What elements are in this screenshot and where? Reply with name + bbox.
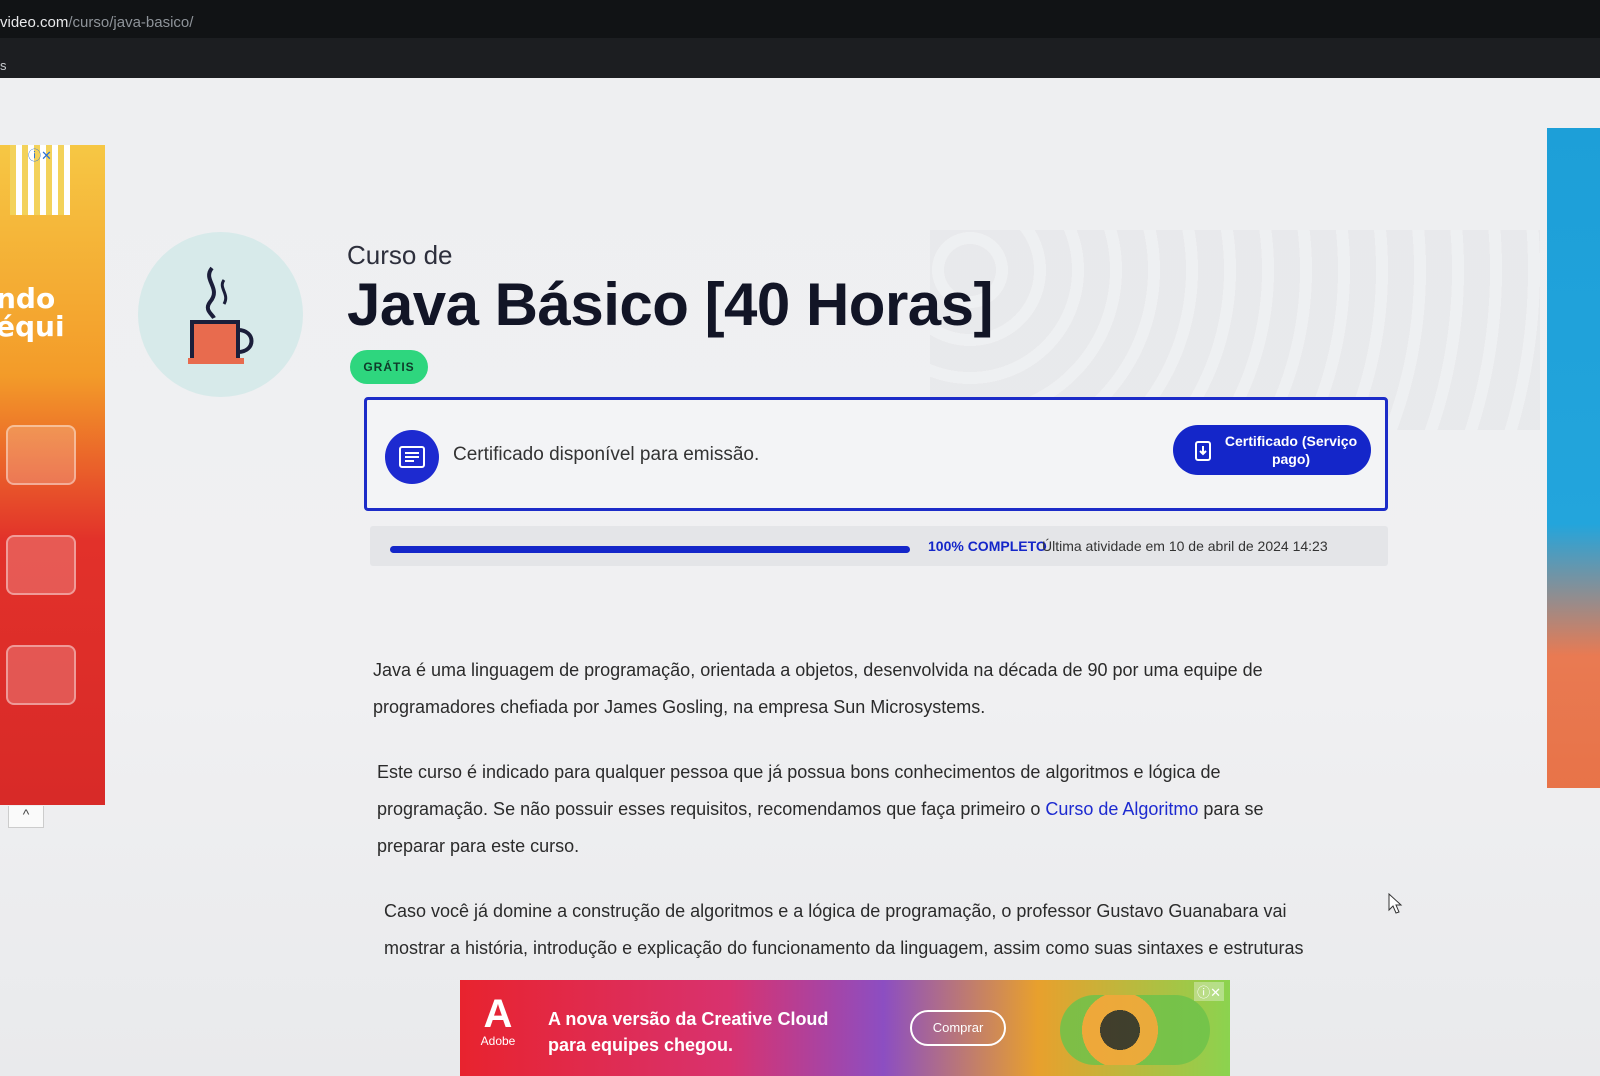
certificate-icon	[385, 430, 439, 484]
progress-label: 100% COMPLETO	[928, 538, 1047, 554]
buy-button[interactable]: Comprar	[910, 1010, 1006, 1046]
certificate-message: Certificado disponível para emissão.	[453, 444, 760, 465]
collapse-ad-button[interactable]: ^	[8, 806, 44, 828]
certificate-panel: Certificado disponível para emissão. Cer…	[364, 397, 1388, 511]
bookmarks-bar: s	[0, 38, 1600, 78]
ad-info-close-icon[interactable]: ⓘ✕	[28, 145, 52, 164]
url-path: /curso/java-basico/	[68, 14, 194, 31]
description-paragraph: Caso você já domine a construção de algo…	[384, 901, 1304, 958]
adobe-logo-icon: A Adobe	[480, 992, 516, 1048]
description-paragraph: Java é uma linguagem de programação, ori…	[373, 660, 1263, 717]
toy-product-image	[6, 425, 76, 485]
bookmark-item[interactable]: s	[0, 58, 7, 73]
coffee-cup-icon	[138, 232, 303, 397]
page-title: Java Básico [40 Horas]	[347, 271, 994, 338]
bottom-ad-banner[interactable]: A Adobe A nova versão da Creative Cloud …	[460, 980, 1230, 1076]
ad-close-icon[interactable]: ⓘ✕	[1194, 982, 1224, 1001]
right-ad-banner[interactable]	[1547, 128, 1600, 788]
download-icon	[1195, 441, 1211, 461]
ad-headline: A nova versão da Creative Cloud para equ…	[548, 1009, 829, 1055]
last-activity-text: Última atividade em 10 de abril de 2024 …	[1042, 538, 1328, 554]
progress-fill	[390, 546, 910, 553]
mouse-cursor-icon	[1388, 893, 1403, 914]
url-host: video.com	[0, 14, 69, 31]
certificate-button[interactable]: Certificado (Serviço pago)	[1173, 425, 1371, 475]
description-paragraph: Este curso é indicado para qualquer pess…	[377, 762, 1264, 856]
toy-product-image	[6, 645, 76, 705]
address-bar[interactable]: video.com/curso/java-basico/	[0, 0, 1600, 38]
free-badge: GRÁTIS	[350, 350, 428, 384]
progress-panel: 100% COMPLETO Última atividade em 10 de …	[370, 526, 1388, 566]
algorithm-course-link[interactable]: Curso de Algoritmo	[1045, 799, 1198, 819]
left-ad-banner[interactable]: ndo équi	[0, 145, 105, 805]
left-ad-text: ndo équi	[0, 282, 65, 343]
progress-bar	[390, 546, 910, 553]
certificate-button-label: Certificado (Serviço pago)	[1224, 433, 1358, 467]
ad-illustration	[1060, 995, 1210, 1065]
toy-product-image	[6, 535, 76, 595]
course-kicker: Curso de	[347, 240, 453, 270]
